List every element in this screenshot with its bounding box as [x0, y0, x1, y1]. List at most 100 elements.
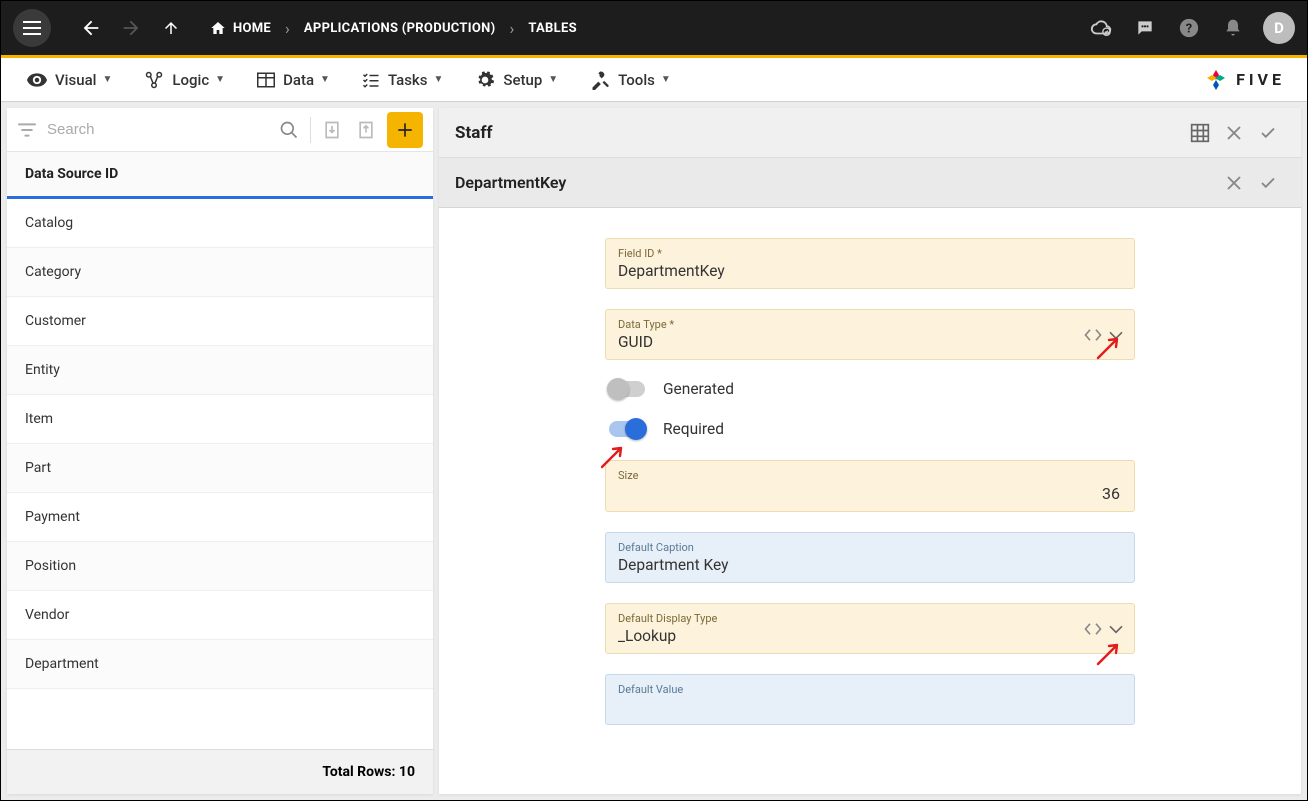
field-value [618, 696, 1122, 716]
field-value: _Lookup [618, 625, 1122, 645]
detail-header: Staff [439, 108, 1301, 158]
breadcrumb-home-label: HOME [233, 21, 271, 36]
list-item[interactable]: Position [7, 542, 433, 591]
logo-icon [1204, 68, 1228, 92]
chevron-down-icon[interactable] [1108, 330, 1124, 340]
menu-setup[interactable]: Setup▼ [459, 64, 574, 96]
field-value: GUID [618, 331, 1122, 351]
chevron-down-icon: ▼ [320, 74, 330, 85]
chevron-down-icon: ▼ [102, 74, 112, 85]
menu-logic[interactable]: Logic▼ [128, 65, 241, 95]
subdetail-title: DepartmentKey [455, 173, 1217, 192]
menu-visual[interactable]: Visual▼ [11, 65, 128, 95]
required-toggle[interactable] [609, 421, 645, 437]
size-input[interactable]: Size 36 [605, 460, 1135, 512]
field-id-input[interactable]: Field ID * DepartmentKey [605, 238, 1135, 289]
field-value: Department Key [618, 554, 1122, 574]
default-value-input[interactable]: Default Value [605, 674, 1135, 725]
left-panel: Data Source ID CatalogCategoryCustomerEn… [7, 108, 433, 794]
search-icon[interactable] [272, 120, 306, 140]
list-column-header[interactable]: Data Source ID [7, 152, 433, 199]
check-icon[interactable] [1251, 124, 1285, 142]
nav-forward-button [115, 12, 147, 44]
data-source-list: CatalogCategoryCustomerEntityItemPartPay… [7, 199, 433, 749]
field-value: 36 [618, 482, 1122, 503]
field-label: Default Display Type [618, 612, 1122, 625]
field-label: Default Caption [618, 541, 1122, 554]
tools-icon [590, 70, 610, 90]
default-display-type-select[interactable]: Default Display Type _Lookup [605, 603, 1135, 654]
list-footer: Total Rows: 10 [7, 749, 433, 794]
grid-icon[interactable] [1183, 123, 1217, 143]
chevron-down-icon: ▼ [661, 74, 671, 85]
chevron-down-icon: ▼ [433, 74, 443, 85]
bell-icon[interactable] [1215, 10, 1251, 46]
list-item[interactable]: Payment [7, 493, 433, 542]
field-label: Default Value [618, 683, 1122, 696]
list-toolbar [7, 108, 433, 152]
code-icon[interactable] [1084, 622, 1102, 636]
form-body: Field ID * DepartmentKey Data Type * GUI… [439, 208, 1301, 794]
generated-toggle[interactable] [609, 381, 645, 397]
import-icon[interactable] [315, 120, 349, 140]
field-label: Data Type * [618, 318, 1122, 331]
field-label: Field ID * [618, 247, 1122, 260]
close-icon[interactable] [1217, 174, 1251, 192]
list-item[interactable]: Catalog [7, 199, 433, 248]
avatar-initial: D [1274, 19, 1284, 37]
nav-back-button[interactable] [75, 12, 107, 44]
chevron-right-icon: › [285, 19, 290, 38]
cloud-icon[interactable] [1083, 10, 1119, 46]
breadcrumb-home[interactable]: HOME [209, 20, 271, 36]
tasks-icon [362, 72, 380, 88]
close-icon[interactable] [1217, 124, 1251, 142]
logic-icon [144, 71, 164, 89]
workspace: Data Source ID CatalogCategoryCustomerEn… [1, 102, 1307, 800]
generated-toggle-row: Generated [609, 380, 1135, 398]
breadcrumb-apps-label: APPLICATIONS (PRODUCTION) [304, 21, 496, 36]
chevron-down-icon: ▼ [215, 74, 225, 85]
field-label: Size [618, 469, 1122, 482]
menu-tools[interactable]: Tools▼ [574, 64, 687, 96]
chevron-down-icon: ▼ [548, 74, 558, 85]
avatar[interactable]: D [1263, 12, 1295, 44]
eye-icon [27, 73, 47, 87]
menu-tasks[interactable]: Tasks▼ [346, 65, 459, 95]
toggle-label: Required [663, 420, 724, 438]
right-panel: Staff DepartmentKey Field ID * Departmen… [439, 108, 1301, 794]
subdetail-header: DepartmentKey [439, 158, 1301, 208]
chevron-down-icon[interactable] [1108, 624, 1124, 634]
breadcrumb-tables[interactable]: TABLES [528, 21, 577, 36]
breadcrumb-apps[interactable]: APPLICATIONS (PRODUCTION) [304, 21, 496, 36]
topbar: HOME › APPLICATIONS (PRODUCTION) › TABLE… [1, 1, 1307, 55]
menubar: Visual▼ Logic▼ Data▼ Tasks▼ Setup▼ Tools… [1, 58, 1307, 102]
field-value: DepartmentKey [618, 260, 1122, 280]
list-item[interactable]: Entity [7, 346, 433, 395]
home-icon [209, 20, 227, 36]
breadcrumb-tables-label: TABLES [528, 21, 577, 36]
default-caption-input[interactable]: Default Caption Department Key [605, 532, 1135, 583]
add-button[interactable] [387, 112, 423, 148]
table-icon [257, 72, 275, 88]
check-icon[interactable] [1251, 174, 1285, 192]
filter-icon[interactable] [17, 122, 37, 138]
help-icon[interactable]: ? [1171, 10, 1207, 46]
chat-icon[interactable] [1127, 10, 1163, 46]
chevron-right-icon: › [510, 19, 515, 38]
list-item[interactable]: Department [7, 640, 433, 689]
nav-up-button[interactable] [155, 12, 187, 44]
hamburger-menu[interactable] [13, 9, 51, 47]
data-type-select[interactable]: Data Type * GUID [605, 309, 1135, 360]
gear-icon [475, 70, 495, 90]
list-item[interactable]: Item [7, 395, 433, 444]
svg-text:?: ? [1186, 22, 1192, 37]
list-item[interactable]: Part [7, 444, 433, 493]
export-icon[interactable] [349, 120, 383, 140]
search-input[interactable] [47, 121, 272, 138]
menu-data[interactable]: Data▼ [241, 65, 346, 95]
list-item[interactable]: Category [7, 248, 433, 297]
code-icon[interactable] [1084, 328, 1102, 342]
brand-logo: FIVE [1204, 68, 1285, 92]
list-item[interactable]: Vendor [7, 591, 433, 640]
list-item[interactable]: Customer [7, 297, 433, 346]
